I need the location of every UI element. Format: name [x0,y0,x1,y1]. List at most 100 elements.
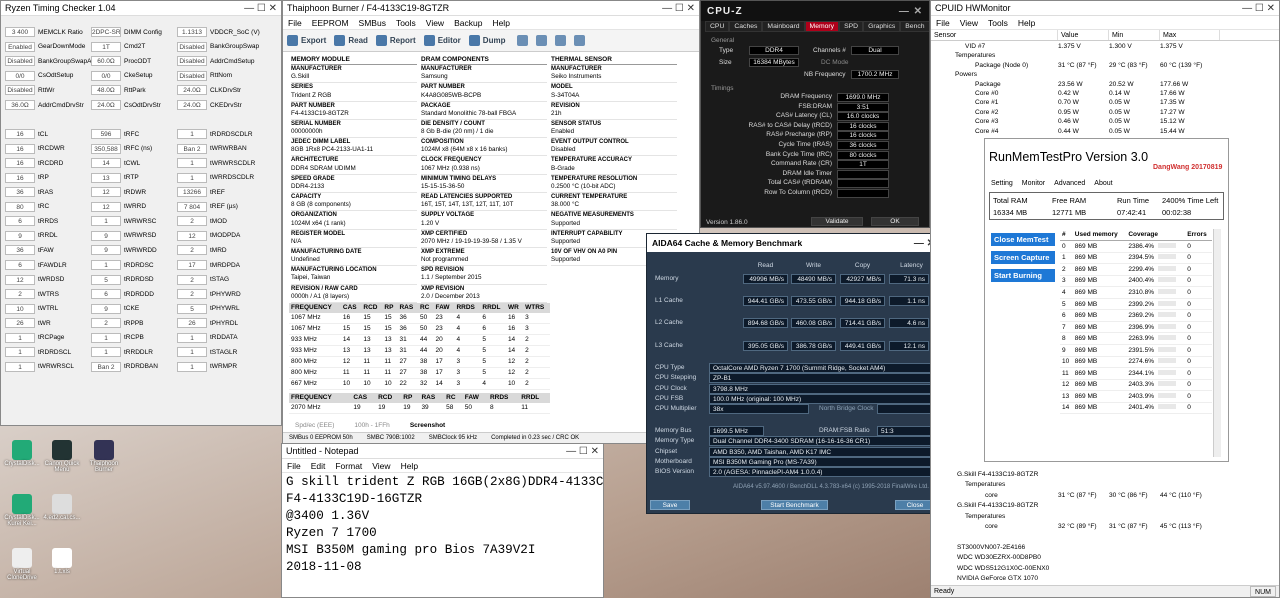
desktop-icon[interactable]: CrystalDisk... [2,440,42,467]
rmt-button[interactable]: Start Burning [991,269,1055,282]
hwm-col-header[interactable]: Sensor [931,30,1058,40]
thaiphoon-window[interactable]: Thaiphoon Burner / F4-4133C19-8GTZR — ☐ ✕… [282,0,700,444]
tpb-menubar[interactable]: File EEPROM SMBus Tools View Backup Help [283,16,699,30]
window-controls[interactable]: — ☐ ✕ [244,3,277,14]
rmt-menu-item[interactable]: About [1094,180,1112,187]
tpb-menu-item[interactable]: Tools [396,18,416,28]
desktop-icon[interactable]: Thaiphoon Burner [84,440,124,473]
rtc-param-label: RttWr [38,86,55,94]
tpb-title: Thaiphoon Burner / F4-4133C19-8GTZR [287,3,450,13]
tpb-toolbar[interactable]: Export Read Report Editor Dump [283,30,699,52]
rmt-header-cell[interactable]: Errors [1185,229,1212,242]
cpuz-tab-spd[interactable]: SPD [839,21,864,32]
cpuz-tab-bench[interactable]: Bench [900,21,929,32]
np-titlebar[interactable]: Untitled - Notepad — ☐ ✕ [282,444,603,459]
tpb-tab[interactable]: Screenshot [410,422,445,429]
window-controls[interactable]: — ☐ ✕ [1242,3,1275,14]
tpb-menu-item[interactable]: View [426,18,444,28]
cpuz-tabs[interactable]: CPU Caches Mainboard Memory SPD Graphics Bench… [701,21,929,32]
rmt-cell-text: 0 [1187,381,1191,389]
rmt-cell: 0 [1185,356,1212,369]
rtc-param-label: tWRWRSD [124,232,157,240]
cpuz-validate-button[interactable]: Validate [811,217,863,226]
desktop-icon[interactable]: 1.t.xls [42,548,82,575]
tpb-tab[interactable]: 100h - 1FFh [354,422,389,429]
disk-icon[interactable] [536,35,548,46]
hwm-titlebar[interactable]: CPUID HWMonitor — ☐ ✕ [931,1,1279,16]
np-menu-item[interactable]: Format [335,461,362,471]
aida-save-button[interactable]: Save [650,500,690,510]
rmt-menu-item[interactable]: Setting [991,180,1013,187]
tpb-tab[interactable]: Spd/ec (EEE) [295,422,334,429]
hwm-menu-item[interactable]: Help [1018,18,1035,28]
tpb-tool-button[interactable]: Dump [468,35,510,46]
cpuz-tab-graphics[interactable]: Graphics [863,21,901,32]
np-text-area[interactable]: G skill trident Z RGB 16GB(2x8G)DDR4-413… [286,474,603,577]
tpb-field-label: PART NUMBER [421,84,465,91]
cpuz-window[interactable]: CPU-Z — ✕ CPU Caches Mainboard Memory SPD Grap… [700,0,930,228]
hwm-col-header[interactable]: Min [1109,30,1160,40]
rmt-menu-item[interactable]: Monitor [1022,180,1045,187]
tpb-field-value: 1.1 / September 2015 [421,274,482,282]
aida-start-button[interactable]: Start Benchmark [761,500,828,510]
tpb-tool-button[interactable]: Read [334,35,372,46]
np-menu-item[interactable]: Edit [311,461,326,471]
view-icon[interactable] [574,35,586,46]
rmt-stat-value: 07:42:41 [1117,208,1147,217]
hwm-col-header[interactable]: Max [1160,30,1220,40]
runmemtest-window[interactable]: RunMemTestPro Version 3.0 DangWang 20170… [984,138,1229,462]
hwm-col-header[interactable]: Value [1058,30,1109,40]
np-menu-item[interactable]: Help [401,461,418,471]
cpuz-ok-button[interactable]: OK [871,217,919,226]
gear-icon[interactable] [517,35,529,46]
cpuz-tab-mainboard[interactable]: Mainboard [762,21,805,32]
aida-close-button[interactable]: Close [895,500,935,510]
rmt-button[interactable]: Close MemTest [991,233,1055,246]
desktop-icon[interactable]: 4.ed2.cal.cs... [42,494,82,521]
hwm-menubar[interactable]: File View Tools Help [931,16,1279,30]
tpb-tabs[interactable]: Spd/ec (EEE) 100h - 1FFh Screenshot [289,422,681,429]
rmt-menu[interactable]: Setting Monitor Advanced About [991,180,1113,187]
rmt-button[interactable]: Screen Capture [991,251,1055,264]
np-menubar[interactable]: File Edit Format View Help [282,459,603,473]
rmt-header-cell[interactable]: Used memory [1072,229,1127,242]
rmt-header-cell[interactable]: # [1060,229,1073,242]
rtc-titlebar[interactable]: Ryzen Timing Checker 1.04 — ☐ ✕ [1,1,281,16]
hwm-menu-item[interactable]: View [960,18,978,28]
np-menu-item[interactable]: File [287,461,301,471]
hwm-status: Ready [934,588,955,595]
notepad-window[interactable]: Untitled - Notepad — ☐ ✕ File Edit Format Vi… [281,443,604,598]
tpb-menu-item[interactable]: File [288,18,302,28]
help-icon[interactable] [555,35,567,46]
tpb-titlebar[interactable]: Thaiphoon Burner / F4-4133C19-8GTZR — ☐ ✕ [283,1,699,16]
rmt-scrollbar[interactable] [1213,229,1221,457]
tpb-menu-item[interactable]: EEPROM [312,18,349,28]
tpb-tool-button[interactable]: Editor [423,35,465,46]
window-controls[interactable]: — ☐ ✕ [662,3,695,14]
np-menu-item[interactable]: View [372,461,390,471]
cpuz-titlebar[interactable]: CPU-Z — ✕ [701,1,929,21]
tpb-tool-button[interactable]: Report [375,35,420,46]
cpuz-tab-cpu[interactable]: CPU [705,21,730,32]
hwm-menu-item[interactable]: Tools [988,18,1008,28]
aida-window[interactable]: AIDA64 Cache & Memory Benchmark — ✕ Read W… [646,233,941,514]
tpb-menu-item[interactable]: SMBus [359,18,386,28]
tpb-tool-button[interactable]: Export [287,35,330,46]
cpuz-tab-caches[interactable]: Caches [729,21,763,32]
tpb-menu-item[interactable]: Backup [454,18,482,28]
rmt-thread-table: # Used memory Coverage Errors 0 869 MB 2386.4%… [1060,229,1212,415]
rmt-header-cell[interactable]: Coverage [1126,229,1186,242]
desktop-icon[interactable]: Virtual CloneDrive [2,548,42,581]
rmt-cell: 2 [1060,263,1073,276]
hwm-menu-item[interactable]: File [936,18,950,28]
rmt-menu-item[interactable]: Advanced [1054,180,1085,187]
desktop-icon[interactable]: Canon Quick Menu [42,440,82,473]
window-controls[interactable]: — ✕ [899,6,923,17]
rtc-window[interactable]: Ryzen Timing Checker 1.04 — ☐ ✕ 3 400 MEMC… [0,0,282,426]
rtc-value-box: 13 [91,172,121,183]
tpb-menu-item[interactable]: Help [492,18,509,28]
desktop-icon[interactable]: CrystalDisk... Kurei Kei... [2,494,42,527]
window-controls[interactable]: — ☐ ✕ [566,446,599,457]
cpuz-tab-memory[interactable]: Memory [804,21,840,32]
aida-titlebar[interactable]: AIDA64 Cache & Memory Benchmark — ✕ [647,234,940,252]
